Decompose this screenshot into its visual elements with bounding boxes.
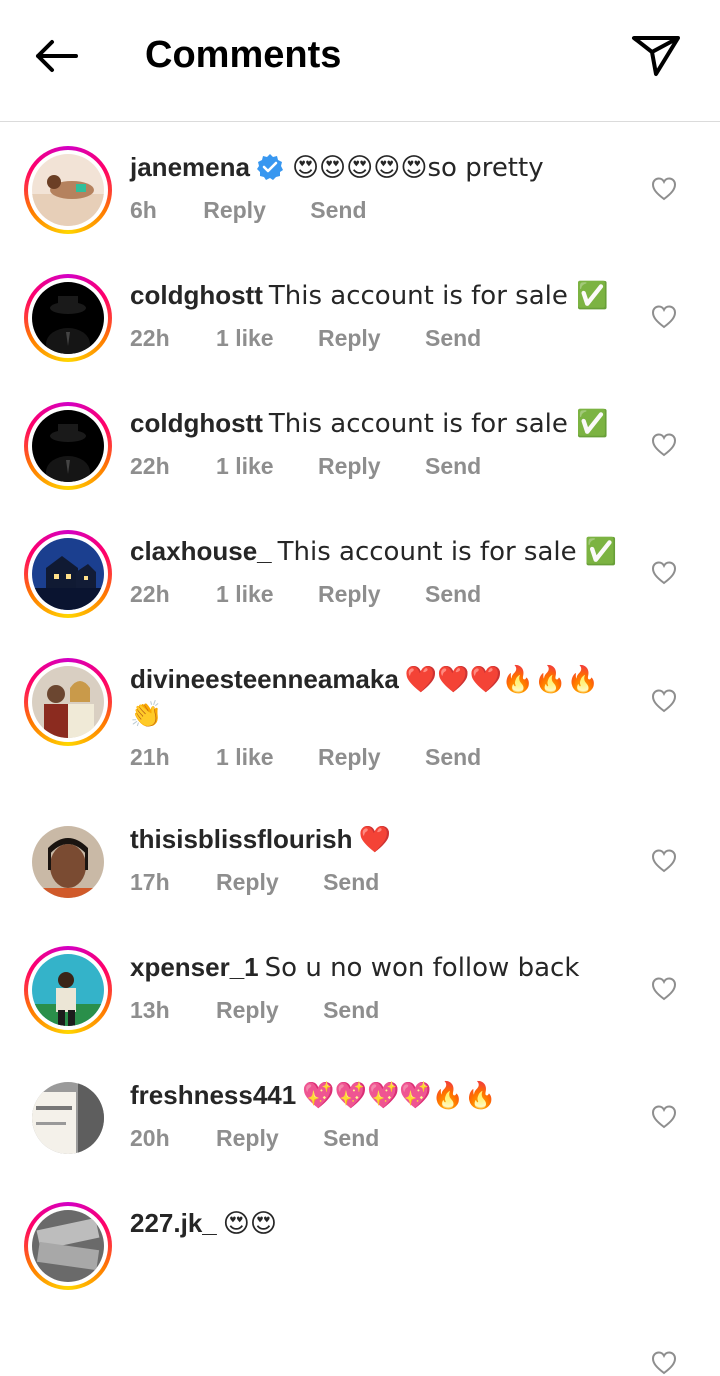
username-link[interactable]: thisisblissflourish [130,824,353,854]
reply-button[interactable]: Reply [216,997,279,1023]
heart-icon[interactable] [651,848,677,874]
comment-body: 💖💖💖💖🔥🔥 [302,1081,497,1111]
username-link[interactable]: freshness441 [130,1080,296,1110]
likes-count[interactable]: 1 like [216,325,274,351]
send-button[interactable]: Send [425,581,481,607]
arrow-left-icon [36,40,78,72]
avatar[interactable] [24,530,112,618]
avatar-image [32,954,104,1026]
username-link[interactable]: coldghostt [130,408,263,438]
avatar-image [32,1210,104,1282]
avatar-image [32,154,104,226]
heart-icon[interactable] [651,1104,677,1130]
comment-body: This account is for sale ✅ [268,409,609,439]
timestamp: 20h [130,1125,170,1151]
comment-body: This account is for sale ✅ [268,281,609,311]
reply-button[interactable]: Reply [318,744,381,770]
send-button[interactable]: Send [425,325,481,351]
avatar-image [32,666,104,738]
timestamp: 22h [130,453,170,479]
heart-icon[interactable] [651,1350,677,1376]
avatar[interactable] [24,146,112,234]
share-button[interactable] [628,30,684,80]
comment-meta: 20h Reply Send [130,1123,620,1153]
timestamp: 21h [130,744,170,770]
reply-button[interactable]: Reply [216,1125,279,1151]
heart-icon[interactable] [651,688,677,714]
username-link[interactable]: divineesteenneamaka [130,664,399,694]
avatar[interactable] [24,274,112,362]
comment-body: 😍😍😍😍😍so pretty [291,153,544,183]
comment-text-line: coldghostt This account is for sale ✅ [130,278,620,313]
comment-text-line: xpenser_1 So u no won follow back [130,950,620,985]
comment-text-line: divineesteenneamaka ❤️❤️❤️🔥🔥🔥👏 [130,662,620,732]
comment-meta: 22h 1 like Reply Send [130,323,620,353]
avatar[interactable] [24,946,112,1034]
timestamp: 17h [130,869,170,895]
avatar-image [32,826,104,898]
comment-body: 😍😍 [222,1209,277,1239]
page-title: Comments [145,34,342,76]
username-link[interactable]: janemena [130,152,250,182]
avatar[interactable] [24,1074,112,1162]
comment-text-line: 227.jk_ 😍😍 [130,1206,620,1241]
comment-text-line: claxhouse_ This account is for sale ✅ [130,534,620,569]
avatar-image [32,282,104,354]
avatar-image [32,1082,104,1154]
comment-meta: 13h Reply Send [130,995,620,1025]
likes-count[interactable]: 1 like [216,581,274,607]
comment-text-line: coldghostt This account is for sale ✅ [130,406,620,441]
username-link[interactable]: xpenser_1 [130,952,259,982]
reply-button[interactable]: Reply [318,453,381,479]
comment-text-line: janemena 😍😍😍😍😍so pretty [130,150,620,185]
avatar[interactable] [24,658,112,746]
paper-plane-icon [632,36,680,76]
timestamp: 13h [130,997,170,1023]
heart-icon[interactable] [651,560,677,586]
comment-meta: 22h 1 like Reply Send [130,579,620,609]
heart-icon[interactable] [651,432,677,458]
reply-button[interactable]: Reply [318,581,381,607]
avatar[interactable] [24,1202,112,1290]
send-button[interactable]: Send [425,453,481,479]
heart-icon[interactable] [651,304,677,330]
username-link[interactable]: claxhouse_ [130,536,272,566]
reply-button[interactable]: Reply [203,197,266,223]
comment-body: This account is for sale ✅ [277,537,618,567]
timestamp: 22h [130,325,170,351]
avatar-image [32,538,104,610]
timestamp: 6h [130,197,157,223]
comment-text-line: freshness441 💖💖💖💖🔥🔥 [130,1078,620,1113]
comment-text-line: thisisblissflourish ❤️ [130,822,620,857]
comment-meta: 21h 1 like Reply Send [130,742,620,772]
send-button[interactable]: Send [323,997,379,1023]
timestamp: 22h [130,581,170,607]
reply-button[interactable]: Reply [216,869,279,895]
comment-body: ❤️ [358,825,391,855]
likes-count[interactable]: 1 like [216,744,274,770]
send-button[interactable]: Send [425,744,481,770]
username-link[interactable]: coldghostt [130,280,263,310]
avatar[interactable] [24,402,112,490]
comment-body: So u no won follow back [264,953,580,983]
back-button[interactable] [28,32,84,80]
verified-badge-icon [256,154,283,180]
send-button[interactable]: Send [323,1125,379,1151]
avatar-image [32,410,104,482]
comment-meta: 6h Reply Send [130,195,620,225]
comment-meta: 22h 1 like Reply Send [130,451,620,481]
avatar[interactable] [24,818,112,906]
send-button[interactable]: Send [310,197,366,223]
reply-button[interactable]: Reply [318,325,381,351]
comment-meta: 17h Reply Send [130,867,620,897]
header: Comments [0,0,720,122]
likes-count[interactable]: 1 like [216,453,274,479]
username-link[interactable]: 227.jk_ [130,1208,217,1238]
send-button[interactable]: Send [323,869,379,895]
heart-icon[interactable] [651,176,677,202]
heart-icon[interactable] [651,976,677,1002]
